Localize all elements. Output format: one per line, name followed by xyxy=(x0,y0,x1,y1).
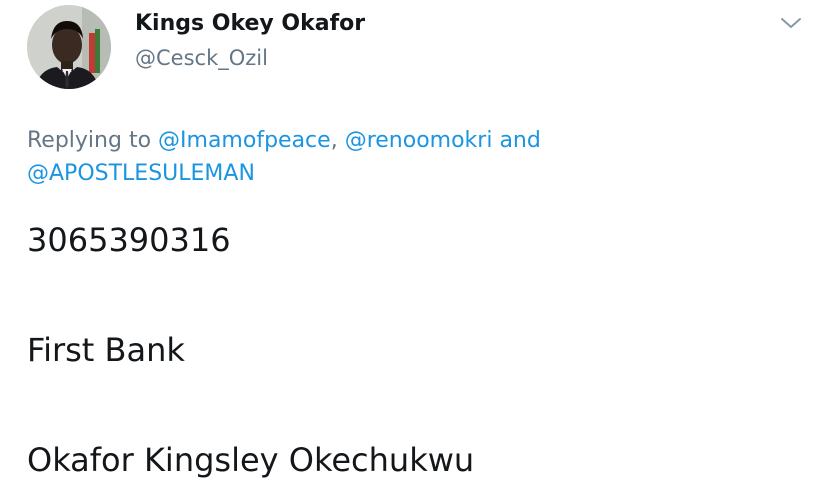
tweet-menu-button[interactable] xyxy=(776,10,806,36)
mention-link[interactable]: @renoomokri xyxy=(345,128,493,153)
mention-link[interactable]: @Imamofpeace xyxy=(158,128,331,153)
tweet-card: Kings Okey Okafor @Cesck_Ozil Replying t… xyxy=(0,0,815,495)
avatar[interactable] xyxy=(27,5,111,89)
avatar-image xyxy=(27,5,111,89)
mention-separator: , xyxy=(330,128,338,153)
mention-conjunction: and xyxy=(499,128,541,153)
chevron-down-icon xyxy=(781,18,801,28)
mention-link[interactable]: @APOSTLESULEMAN xyxy=(27,161,255,186)
replying-to: Replying to @Imamofpeace, @renoomokri an… xyxy=(27,124,767,190)
author-display-name[interactable]: Kings Okey Okafor xyxy=(135,11,365,36)
tweet-text-line: 3065390316 xyxy=(27,221,231,259)
tweet-text-line: Okafor Kingsley Okechukwu xyxy=(27,441,475,479)
tweet-text-line: First Bank xyxy=(27,331,185,369)
author-handle[interactable]: @Cesck_Ozil xyxy=(135,46,268,70)
replying-to-prefix: Replying to xyxy=(27,128,152,153)
